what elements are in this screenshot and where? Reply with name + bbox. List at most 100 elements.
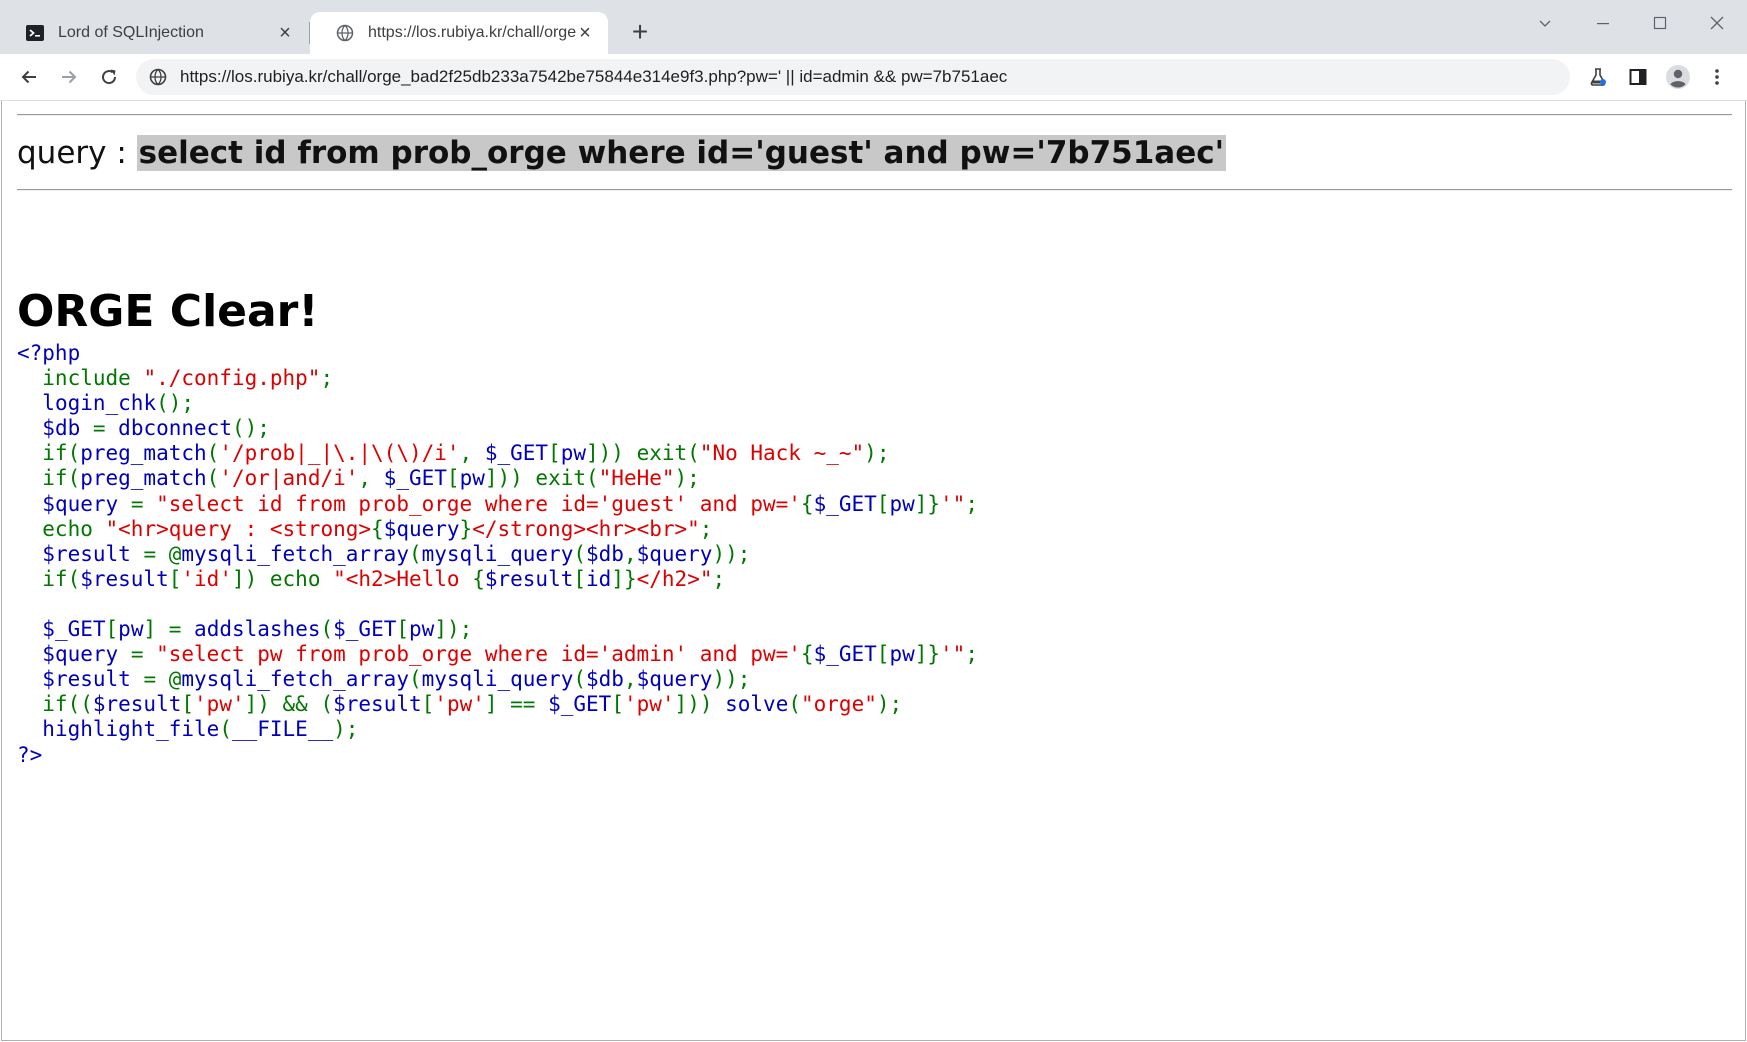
code-token: 'pw' (434, 692, 485, 717)
code-token: [ (876, 491, 890, 516)
code-token: $_GET (813, 642, 877, 667)
code-token: $_GET (548, 692, 612, 717)
forward-icon[interactable] (54, 62, 84, 92)
code-line: if(preg_match('/or|and/i', $_GET[pw])) e… (17, 466, 978, 491)
code-token: "<h2>Hello (333, 566, 473, 591)
code-token: ( (573, 667, 586, 692)
code-token: pw (409, 617, 435, 642)
close-icon[interactable]: × (576, 22, 594, 44)
code-token: $result (42, 667, 144, 692)
code-line: $_GET[pw] = addslashes($_GET[pw]); (17, 617, 978, 642)
code-token: <?php (17, 341, 81, 365)
code-token: $db (586, 541, 624, 566)
code-token: $result (92, 692, 182, 717)
code-token: $query (636, 667, 713, 692)
code-line: include "./config.php"; (17, 366, 978, 391)
code-token: '" (940, 491, 966, 516)
code-token: preg_match (80, 441, 207, 466)
code-token: )); (712, 667, 751, 692)
code-token: ?> (17, 742, 43, 767)
php-source-code: <?php include "./config.php"; login_chk(… (17, 341, 978, 768)
code-token: login_chk (42, 391, 157, 416)
code-token: ])) exit( (586, 441, 700, 466)
globe-icon (334, 22, 356, 44)
code-token: ])) (674, 692, 726, 717)
code-token: "<hr>query : <strong> (105, 516, 372, 541)
code-token: highlight_file (42, 717, 220, 742)
code-line: echo "<hr>query : <strong>{$query}</stro… (17, 517, 978, 542)
code-token: id (586, 566, 612, 591)
code-token: [ (421, 692, 435, 717)
code-token: ; (712, 566, 726, 591)
code-token: "select id from prob_orge where id='gues… (156, 491, 801, 516)
code-token: ])) exit( (484, 466, 599, 491)
code-token: </h2>" (636, 566, 713, 591)
tab-strip: Lord of SQLInjection × https://los.rubiy… (0, 0, 1747, 54)
code-token: = (130, 491, 157, 516)
code-line: $result = @mysqli_fetch_array(mysqli_que… (17, 542, 978, 567)
code-token: { (472, 566, 485, 591)
code-token: ]) echo (231, 566, 334, 591)
horizontal-rule (17, 114, 1732, 116)
tab-title: https://los.rubiya.kr/chall/orge_b (368, 24, 576, 41)
code-token: ( (206, 441, 220, 466)
code-token: ] == (484, 692, 549, 717)
code-token: { (371, 516, 384, 541)
code-token: [ (876, 642, 890, 667)
code-token: ]} (914, 491, 941, 516)
new-tab-button[interactable]: + (626, 16, 654, 47)
back-icon[interactable] (14, 62, 44, 92)
code-token: $db (42, 416, 93, 441)
tab-orge-challenge[interactable]: https://los.rubiya.kr/chall/orge_b × (310, 12, 608, 54)
code-token: if( (17, 466, 81, 491)
maximize-icon[interactable] (1645, 8, 1675, 38)
code-token: if(( (17, 692, 93, 717)
code-token: , (358, 466, 384, 491)
minimize-icon[interactable] (1588, 8, 1618, 38)
page-content: query : select id from prob_orge where i… (1, 101, 1746, 1041)
code-token: ( (573, 541, 586, 566)
code-token: solve (725, 692, 789, 717)
site-info-icon[interactable] (148, 67, 168, 87)
code-token: [ (168, 566, 182, 591)
code-token: ]} (611, 566, 637, 591)
clear-heading: ORGE Clear! (17, 286, 319, 337)
code-token: include (17, 366, 144, 391)
code-line: $db = dbconnect(); (17, 416, 978, 441)
code-token: 'id' (181, 566, 232, 591)
code-token: ]) && ( (244, 692, 334, 717)
close-icon[interactable]: × (276, 22, 294, 44)
code-line: $query = "select pw from prob_orge where… (17, 642, 978, 667)
labs-flask-icon[interactable] (1583, 62, 1613, 92)
code-token: [ (446, 466, 460, 491)
code-token: dbconnect (118, 416, 232, 441)
more-menu-icon[interactable] (1702, 62, 1732, 92)
address-bar[interactable]: https://los.rubiya.kr/chall/orge_bad2f25… (136, 59, 1570, 95)
code-token: "select pw from prob_orge where id='admi… (156, 642, 801, 667)
code-line: $result = @mysqli_fetch_array(mysqli_que… (17, 667, 978, 692)
side-panel-icon[interactable] (1623, 62, 1653, 92)
code-token: , (623, 541, 637, 566)
reload-icon[interactable] (94, 62, 124, 92)
window-close-icon[interactable] (1702, 8, 1732, 38)
code-token: preg_match (80, 466, 207, 491)
code-line: login_chk(); (17, 391, 978, 416)
code-token: $query (636, 541, 713, 566)
browser-toolbar: https://los.rubiya.kr/chall/orge_bad2f25… (0, 54, 1747, 101)
code-token: = (130, 642, 157, 667)
code-token: $_GET (484, 441, 549, 466)
code-token: $query (383, 516, 460, 541)
code-token: ( (206, 466, 220, 491)
code-token: $db (586, 667, 624, 692)
profile-avatar-icon[interactable] (1663, 62, 1693, 92)
code-token: { (800, 642, 814, 667)
tab-lord-of-sqlinjection[interactable]: Lord of SQLInjection × (0, 12, 308, 54)
code-token: 'pw' (623, 692, 675, 717)
chevron-down-icon[interactable] (1530, 8, 1560, 38)
code-token: ( (408, 541, 422, 566)
code-token: )); (712, 541, 751, 566)
code-token: = @ (143, 667, 182, 692)
